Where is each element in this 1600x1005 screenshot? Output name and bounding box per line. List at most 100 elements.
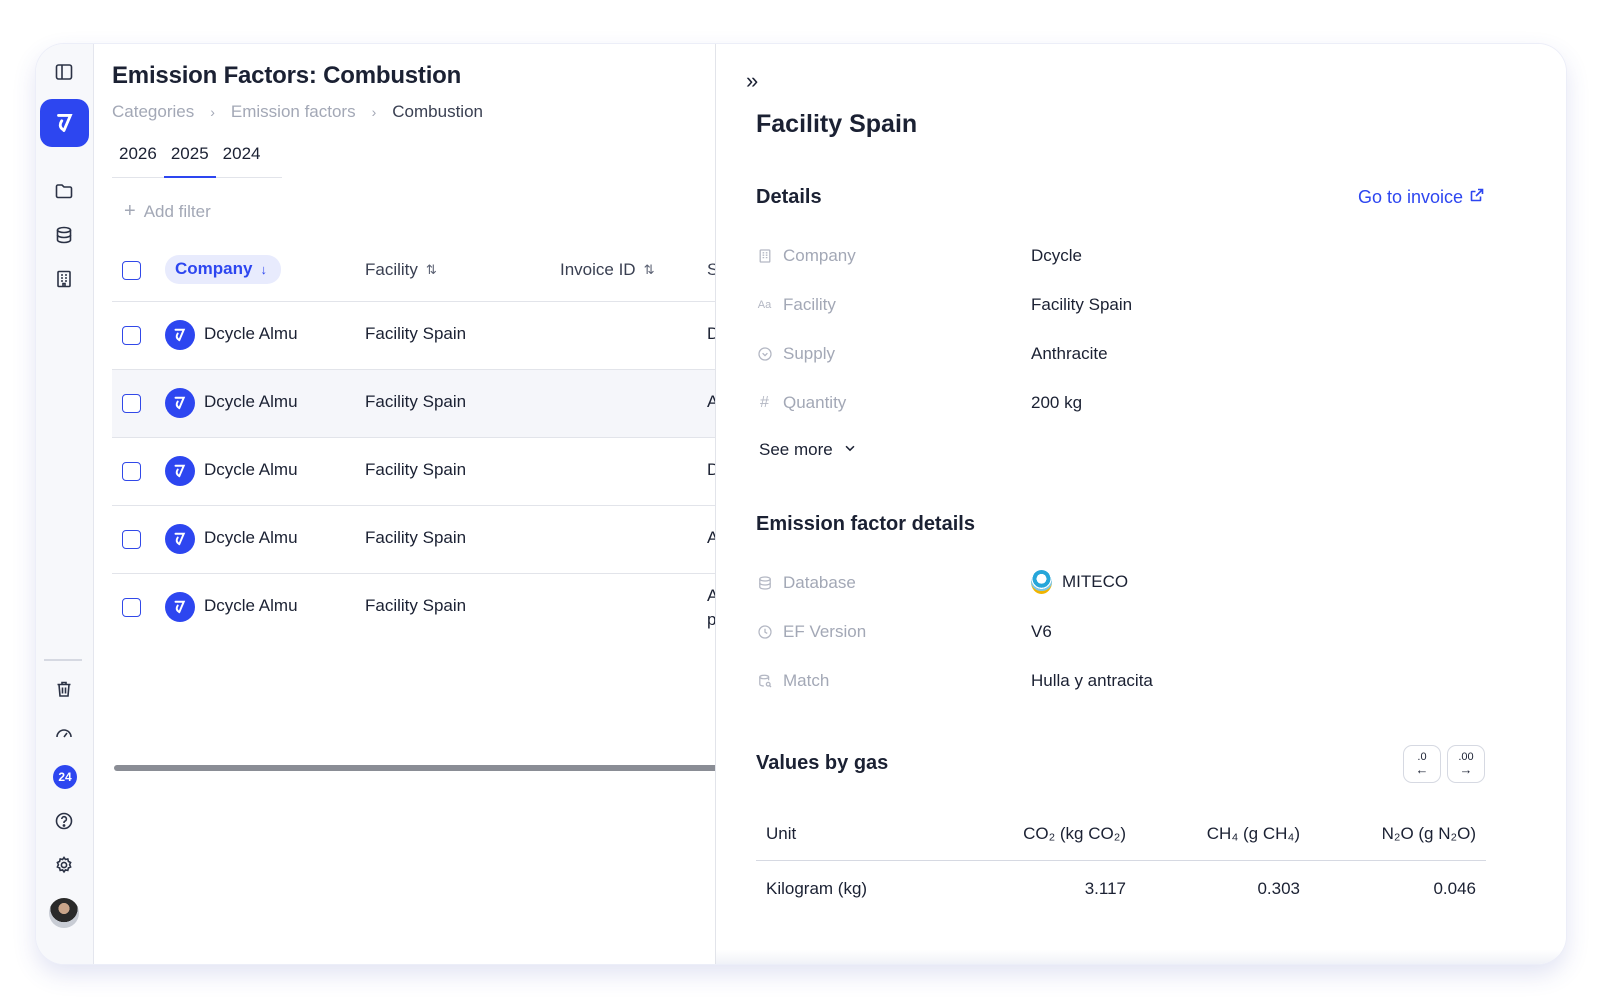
cell-company: Dcycle Almu xyxy=(204,528,298,547)
chevron-right-icon: › xyxy=(371,104,377,120)
breadcrumb-item-emission-factors[interactable]: Emission factors xyxy=(231,102,356,122)
gear-icon[interactable] xyxy=(53,854,75,876)
column-header-invoice-id[interactable]: Invoice ID ⇅ xyxy=(560,260,655,280)
add-filter-label: Add filter xyxy=(143,201,211,221)
gas-table-row: Kilogram (kg) 3.117 0.303 0.046 xyxy=(756,861,1486,916)
see-more-button[interactable]: See more xyxy=(759,440,857,460)
plus-icon: + xyxy=(124,200,136,222)
arrow-down-icon: ↓ xyxy=(260,261,267,277)
gas-cell-co2: 3.117 xyxy=(1084,879,1126,898)
trash-icon[interactable] xyxy=(53,678,75,700)
cell-facility: Facility Spain xyxy=(365,596,467,615)
user-avatar[interactable] xyxy=(49,898,79,928)
gas-cell-ch4: 0.303 xyxy=(1257,879,1300,898)
field-value-company: Dcycle xyxy=(1031,246,1083,265)
breadcrumb-item-categories[interactable]: Categories xyxy=(112,102,194,122)
hash-icon: # xyxy=(760,394,769,411)
gauge-icon[interactable] xyxy=(53,722,75,744)
chevron-right-icon: › xyxy=(210,104,215,120)
field-value-match: Hulla y antracita xyxy=(1031,671,1153,690)
gas-header-n2o: N₂O (g N₂O) xyxy=(1381,824,1476,843)
row-checkbox[interactable] xyxy=(122,530,141,549)
decrease-decimals-button[interactable]: .0 ← xyxy=(1403,745,1441,783)
cell-facility: Facility Spain xyxy=(365,324,467,343)
table-row[interactable]: Dcycle Almu Facility Spain A xyxy=(112,506,718,574)
clock-icon xyxy=(756,624,773,641)
tab-2024[interactable]: 2024 xyxy=(216,142,268,178)
year-tabs: 2026 2025 2024 xyxy=(112,142,282,178)
table-row[interactable]: Dcycle Almu Facility Spain D xyxy=(112,302,718,370)
external-link-icon xyxy=(1469,187,1485,208)
horizontal-scrollbar[interactable] xyxy=(114,765,724,771)
company-logo-icon xyxy=(165,388,195,418)
increase-decimals-button[interactable]: .00 → xyxy=(1447,745,1485,783)
table-header: Company ↓ Facility ⇅ Invoice ID ⇅ S xyxy=(112,242,718,302)
database-search-icon xyxy=(756,673,773,690)
gas-header-ch4: CH₄ (g CH₄) xyxy=(1206,824,1300,843)
building-icon[interactable] xyxy=(53,268,75,290)
database-icon[interactable] xyxy=(53,224,75,246)
row-checkbox[interactable] xyxy=(122,326,141,345)
gas-cell-n2o: 0.046 xyxy=(1433,879,1476,898)
page-title: Emission Factors: Combustion xyxy=(112,62,462,89)
add-filter-button[interactable]: + Add filter xyxy=(124,200,211,223)
bottom-fade xyxy=(716,950,1566,964)
help-icon[interactable] xyxy=(53,810,75,832)
field-label-match: Match xyxy=(756,671,829,691)
app-logo-icon[interactable] xyxy=(40,99,89,147)
values-by-gas-title: Values by gas xyxy=(756,752,889,774)
cell-company: Dcycle Almu xyxy=(204,324,298,343)
chevron-down-icon xyxy=(843,440,857,460)
arrow-right-icon: → xyxy=(1459,762,1473,777)
collapse-drawer-icon[interactable]: » xyxy=(746,68,758,94)
drawer-title: Facility Spain xyxy=(756,110,918,138)
detail-drawer: » Facility Spain Details Go to invoice C… xyxy=(715,44,1566,964)
table-row[interactable]: Dcycle Almu Facility Spain A p xyxy=(112,574,718,642)
tab-2026[interactable]: 2026 xyxy=(112,142,164,178)
column-header-facility[interactable]: Facility ⇅ xyxy=(365,260,437,280)
breadcrumb: Categories › Emission factors › Combusti… xyxy=(112,102,483,122)
field-value-ef-version: V6 xyxy=(1031,622,1052,641)
field-label-company: Company xyxy=(756,246,856,266)
details-section-title: Details xyxy=(756,186,822,208)
company-logo-icon xyxy=(165,524,195,554)
company-logo-icon xyxy=(165,592,195,622)
notification-badge[interactable]: 24 xyxy=(53,765,77,789)
table-row[interactable]: Dcycle Almu Facility Spain A xyxy=(112,370,718,438)
data-table: Company ↓ Facility ⇅ Invoice ID ⇅ S Dcyc… xyxy=(112,242,718,642)
sort-icon: ⇅ xyxy=(643,262,655,277)
sidebar-toggle-icon[interactable] xyxy=(53,61,75,83)
field-label-ef-version: EF Version xyxy=(756,622,866,642)
sidebar: 24 xyxy=(36,44,94,964)
cell-facility: Facility Spain xyxy=(365,460,467,479)
field-value-supply: Anthracite xyxy=(1031,344,1108,363)
text-type-icon: Aa xyxy=(757,299,772,311)
column-header-company[interactable]: Company ↓ xyxy=(165,255,281,284)
field-label-database: Database xyxy=(756,573,856,593)
main-content: Emission Factors: Combustion Categories … xyxy=(112,44,724,964)
field-label-quantity: # Quantity xyxy=(756,393,846,413)
table-row[interactable]: Dcycle Almu Facility Spain D xyxy=(112,438,718,506)
sidebar-divider xyxy=(44,659,82,661)
app-window: 24 Emission Factors: Combustion Categori… xyxy=(36,44,1566,964)
breadcrumb-item-combustion: Combustion xyxy=(392,102,483,121)
go-to-invoice-link[interactable]: Go to invoice xyxy=(1358,187,1485,208)
company-logo-icon xyxy=(165,456,195,486)
tab-2025[interactable]: 2025 xyxy=(163,142,216,178)
company-logo-icon xyxy=(165,320,195,350)
field-value-quantity: 200 kg xyxy=(1031,393,1083,412)
gas-header-co2: CO₂ (kg CO₂) xyxy=(1023,824,1126,843)
emission-factor-section-title: Emission factor details xyxy=(756,513,975,535)
database-icon xyxy=(756,575,773,592)
cell-company: Dcycle Almu xyxy=(204,596,298,615)
folder-icon[interactable] xyxy=(53,180,75,202)
arrow-left-icon: ← xyxy=(1415,762,1429,777)
cell-company: Dcycle Almu xyxy=(204,392,298,411)
gas-cell-unit: Kilogram (kg) xyxy=(766,879,868,898)
select-all-checkbox[interactable] xyxy=(122,261,141,280)
field-value-facility: Facility Spain xyxy=(1031,295,1133,314)
field-value-database: MITECO xyxy=(1031,570,1128,594)
row-checkbox[interactable] xyxy=(122,598,141,617)
row-checkbox[interactable] xyxy=(122,462,141,481)
row-checkbox[interactable] xyxy=(122,394,141,413)
